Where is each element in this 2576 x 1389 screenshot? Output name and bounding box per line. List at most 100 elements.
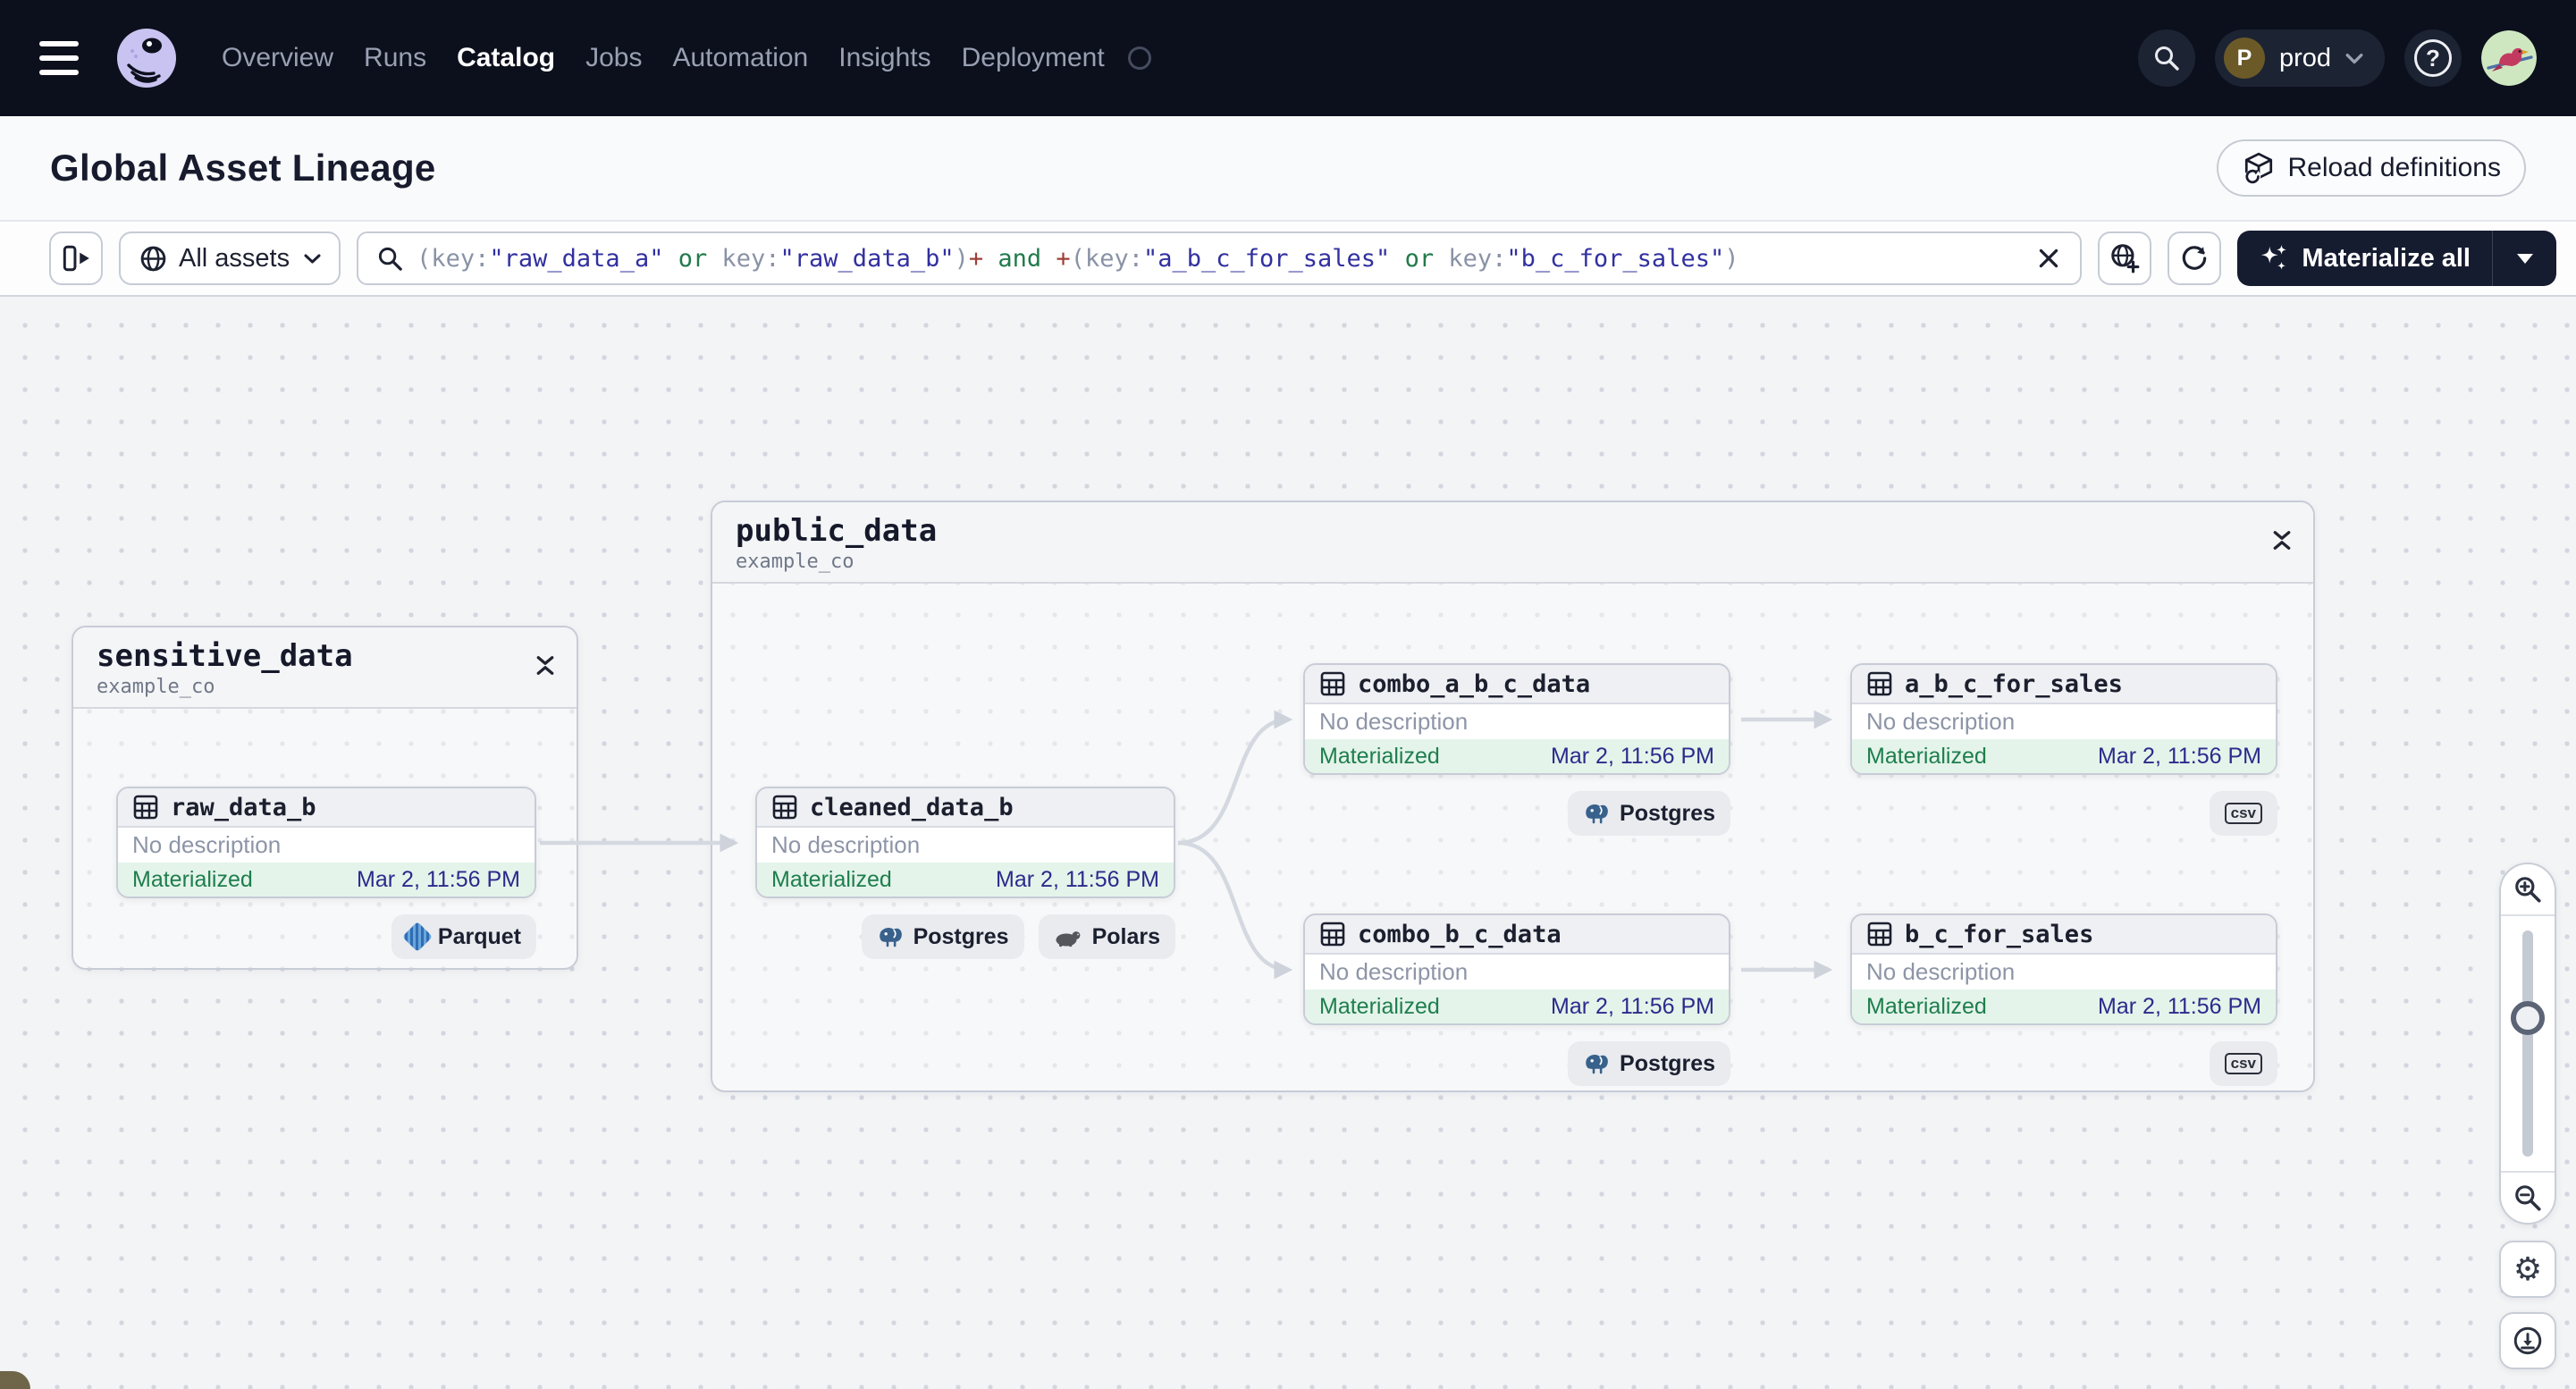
kind-tag-postgres[interactable]: Postgres [1568, 791, 1730, 836]
nav-item-jobs[interactable]: Jobs [585, 43, 642, 73]
asset-node-header: raw_data_b [118, 788, 535, 828]
reload-definitions-button[interactable]: Reload definitions [2216, 139, 2526, 197]
asset-node-header: cleaned_data_b [757, 788, 1174, 828]
asset-node-combo-a-b-c-data[interactable]: combo_a_b_c_data No description Material… [1303, 663, 1730, 775]
clear-query-icon[interactable] [2035, 245, 2062, 272]
asset-scope-dropdown[interactable]: All assets [119, 232, 341, 285]
asset-node-header: combo_a_b_c_data [1305, 665, 1729, 704]
dagster-logo-icon[interactable] [114, 26, 179, 90]
kind-tag-postgres[interactable]: Postgres [1568, 1041, 1730, 1086]
materialize-options-button[interactable] [2492, 231, 2556, 286]
asset-description: No description [1852, 955, 2276, 989]
chevron-down-icon [2345, 52, 2363, 64]
chevron-down-icon [304, 254, 321, 263]
kind-tag-parquet[interactable]: Parquet [391, 914, 536, 959]
asset-scope-label: All assets [179, 243, 290, 273]
group-name: sensitive_data [97, 638, 353, 674]
materialization-timestamp: Mar 2, 11:56 PM [1551, 743, 1714, 769]
asset-title: combo_a_b_c_data [1358, 669, 1591, 698]
help-button[interactable]: ? [2404, 29, 2462, 87]
materialization-timestamp: Mar 2, 11:56 PM [996, 866, 1159, 892]
zoom-slider[interactable] [2501, 916, 2555, 1171]
globe-plus-icon [2109, 242, 2141, 274]
asset-description: No description [1852, 704, 2276, 739]
asset-node-header: a_b_c_for_sales [1852, 665, 2276, 704]
open-panel-button[interactable] [49, 232, 103, 285]
nav-item-deployment[interactable]: Deployment [962, 43, 1105, 73]
materialization-timestamp: Mar 2, 11:56 PM [357, 866, 520, 892]
lineage-canvas[interactable]: sensitive_data example_co public_data ex… [0, 297, 2576, 1389]
asset-node-combo-b-c-data[interactable]: combo_b_c_data No description Materializ… [1303, 913, 1730, 1025]
sparkles-icon [2259, 243, 2289, 274]
zoom-slider-thumb[interactable] [2511, 1001, 2545, 1035]
nav-item-insights[interactable]: Insights [838, 43, 930, 73]
kind-tag-postgres[interactable]: Postgres [861, 914, 1024, 959]
asset-node-cleaned-data-b[interactable]: cleaned_data_b No description Materializ… [755, 787, 1175, 898]
menu-icon[interactable] [39, 41, 79, 75]
materialize-all-button[interactable]: Materialize all [2237, 231, 2492, 286]
postgres-icon [1583, 800, 1610, 827]
search-icon [2152, 44, 2179, 71]
parquet-icon [401, 922, 433, 952]
status-label: Materialized [1866, 993, 1987, 1019]
collapse-group-icon[interactable] [2272, 529, 2292, 551]
page-title: Global Asset Lineage [50, 147, 436, 189]
asset-node-b-c-for-sales[interactable]: b_c_for_sales No description Materialize… [1850, 913, 2277, 1025]
asset-title: a_b_c_for_sales [1905, 669, 2123, 698]
nav-item-catalog[interactable]: Catalog [457, 43, 555, 73]
csv-icon: csv [2224, 1052, 2262, 1075]
status-label: Materialized [1319, 993, 1440, 1019]
zoom-out-button[interactable] [2501, 1171, 2555, 1223]
collapse-group-icon[interactable] [535, 654, 555, 677]
materialization-timestamp: Mar 2, 11:56 PM [2098, 993, 2261, 1019]
search-icon [376, 245, 404, 273]
table-icon [1319, 921, 1346, 947]
group-repository: example_co [97, 676, 215, 698]
asset-query-input[interactable]: (key:"raw_data_a" or key:"raw_data_b")+ … [357, 232, 2083, 285]
graph-settings-button[interactable]: ⚙ [2499, 1241, 2556, 1298]
asset-title: b_c_for_sales [1905, 920, 2094, 948]
download-icon [2512, 1325, 2544, 1357]
share-view-button[interactable] [2098, 232, 2152, 285]
group-name: public_data [736, 513, 938, 549]
download-image-button[interactable] [2499, 1312, 2556, 1369]
asset-node-a-b-c-for-sales[interactable]: a_b_c_for_sales No description Materiali… [1850, 663, 2277, 775]
status-label: Materialized [1319, 743, 1440, 769]
nav-item-overview[interactable]: Overview [222, 43, 333, 73]
globe-icon [139, 244, 168, 274]
asset-title: cleaned_data_b [810, 793, 1014, 821]
table-icon [1319, 670, 1346, 697]
asset-status-row: Materialized Mar 2, 11:56 PM [1305, 739, 1729, 773]
csv-icon: csv [2224, 802, 2262, 825]
asset-status-row: Materialized Mar 2, 11:56 PM [1852, 989, 2276, 1023]
asset-description: No description [1305, 704, 1729, 739]
postgres-icon [1583, 1050, 1610, 1077]
badge-row-a-b-c-for-sales: csv [2209, 791, 2277, 836]
group-header[interactable]: public_data example_co [712, 502, 2313, 584]
search-button[interactable] [2137, 29, 2195, 87]
materialization-timestamp: Mar 2, 11:56 PM [1551, 993, 1714, 1019]
asset-node-raw-data-b[interactable]: raw_data_b No description Materialized M… [116, 787, 536, 898]
user-avatar[interactable] [2481, 30, 2537, 86]
nav-right-cluster: P prod ? [2137, 29, 2537, 87]
group-repository: example_co [736, 551, 854, 573]
kind-tag-csv[interactable]: csv [2209, 1041, 2277, 1086]
nav-item-automation[interactable]: Automation [672, 43, 808, 73]
kind-tag-csv[interactable]: csv [2209, 791, 2277, 836]
postgres-icon [877, 923, 904, 950]
kind-tag-polars[interactable]: Polars [1038, 914, 1175, 959]
deployment-switcher[interactable]: P prod [2214, 29, 2385, 87]
badge-row-b-c-for-sales: csv [2209, 1041, 2277, 1086]
refresh-button[interactable] [2168, 232, 2222, 285]
group-header[interactable]: sensitive_data example_co [73, 627, 577, 709]
asset-status-row: Materialized Mar 2, 11:56 PM [757, 863, 1174, 897]
status-spinner-icon [1127, 46, 1151, 70]
materialization-timestamp: Mar 2, 11:56 PM [2098, 743, 2261, 769]
question-mark-icon: ? [2414, 39, 2452, 77]
cube-reload-icon [2242, 151, 2276, 185]
zoom-in-button[interactable] [2501, 864, 2555, 916]
nav-item-runs[interactable]: Runs [364, 43, 426, 73]
lineage-toolbar: All assets (key:"raw_data_a" or key:"raw… [0, 222, 2576, 297]
badge-row-cleaned-data-b: Postgres Polars [861, 914, 1175, 959]
badge-row-combo-a-b-c-data: Postgres [1568, 791, 1730, 836]
